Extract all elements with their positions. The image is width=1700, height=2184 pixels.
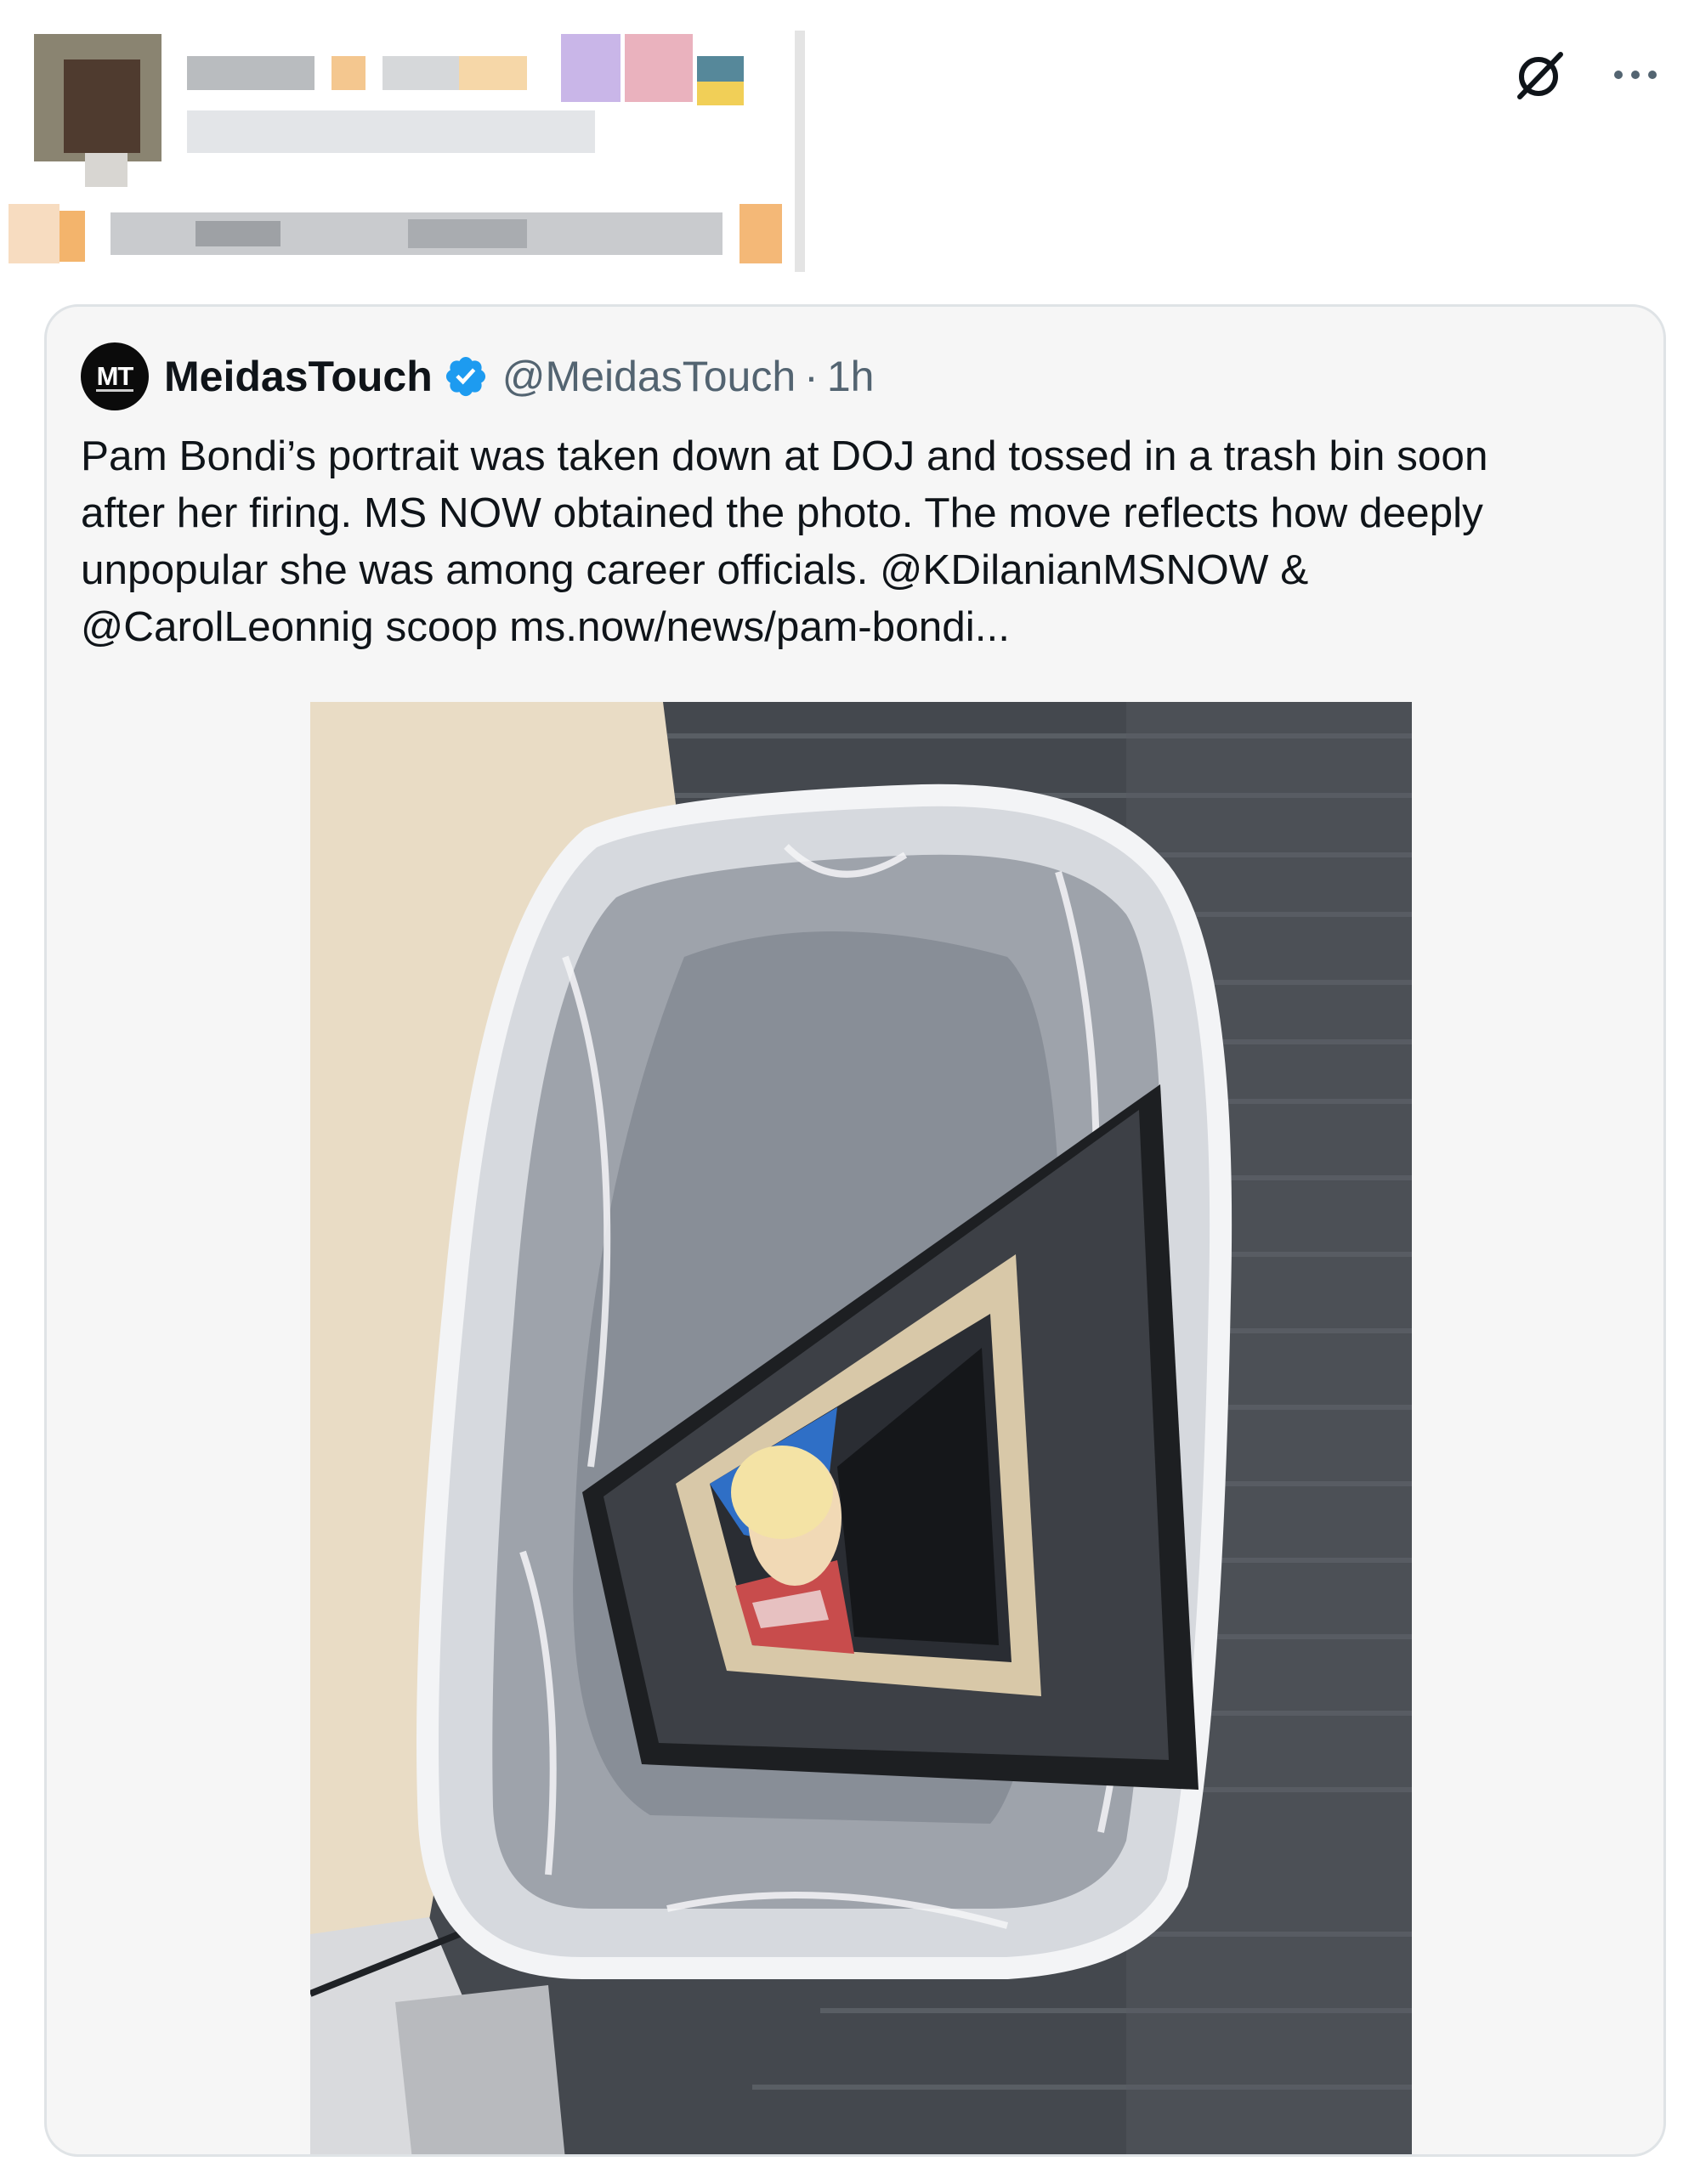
tweet-text-line: @CarolLeonnig scoop ms.now/news/pam-bond… — [81, 603, 1011, 650]
redacted-name — [187, 56, 314, 90]
redacted-emoji — [561, 34, 620, 102]
redacted-handle — [187, 110, 595, 153]
redacted-avatar-pixel — [64, 59, 140, 153]
redacted-edge — [795, 31, 805, 272]
handle[interactable]: @MeidasTouch — [502, 352, 796, 401]
redacted-emoji — [740, 204, 782, 263]
quoted-tweet-card[interactable]: MT MeidasTouch @MeidasTouch · 1h Pam Bon… — [44, 304, 1666, 2157]
tweet-photo[interactable] — [310, 702, 1412, 2154]
grok-icon[interactable] — [1510, 44, 1571, 105]
redacted-emoji — [697, 56, 744, 82]
avatar-underline — [96, 389, 133, 392]
more-icon[interactable] — [1605, 44, 1666, 105]
tweet-text-line: after her firing. MS NOW obtained the ph… — [81, 489, 1483, 536]
redacted-text — [408, 219, 527, 248]
quoted-tweet-header: MT MeidasTouch @MeidasTouch · 1h — [81, 341, 874, 412]
tweet-view: MT MeidasTouch @MeidasTouch · 1h Pam Bon… — [0, 0, 1700, 2184]
redacted-emoji — [625, 34, 693, 102]
redacted-emoji — [8, 204, 60, 263]
redacted-emoji — [60, 211, 85, 262]
redacted-avatar-pixel — [85, 153, 128, 187]
verified-badge-icon — [443, 354, 489, 399]
tweet-text-line: Pam Bondi’s portrait was taken down at D… — [81, 433, 1488, 479]
tweet-actions-top — [1510, 44, 1666, 105]
redacted-emoji — [697, 82, 744, 105]
display-name[interactable]: MeidasTouch — [164, 352, 433, 401]
avatar[interactable]: MT — [81, 342, 149, 410]
tweet-text: Pam Bondi’s portrait was taken down at D… — [81, 427, 1636, 655]
redacted-emoji — [459, 56, 527, 90]
avatar-initials: MT — [96, 361, 134, 391]
redacted-author-header — [0, 0, 816, 280]
separator: · — [804, 353, 819, 400]
timestamp[interactable]: 1h — [827, 352, 875, 401]
tweet-text-line: unpopular she was among career officials… — [81, 546, 1309, 593]
redacted-text — [196, 221, 280, 246]
redacted-emoji — [332, 56, 366, 90]
